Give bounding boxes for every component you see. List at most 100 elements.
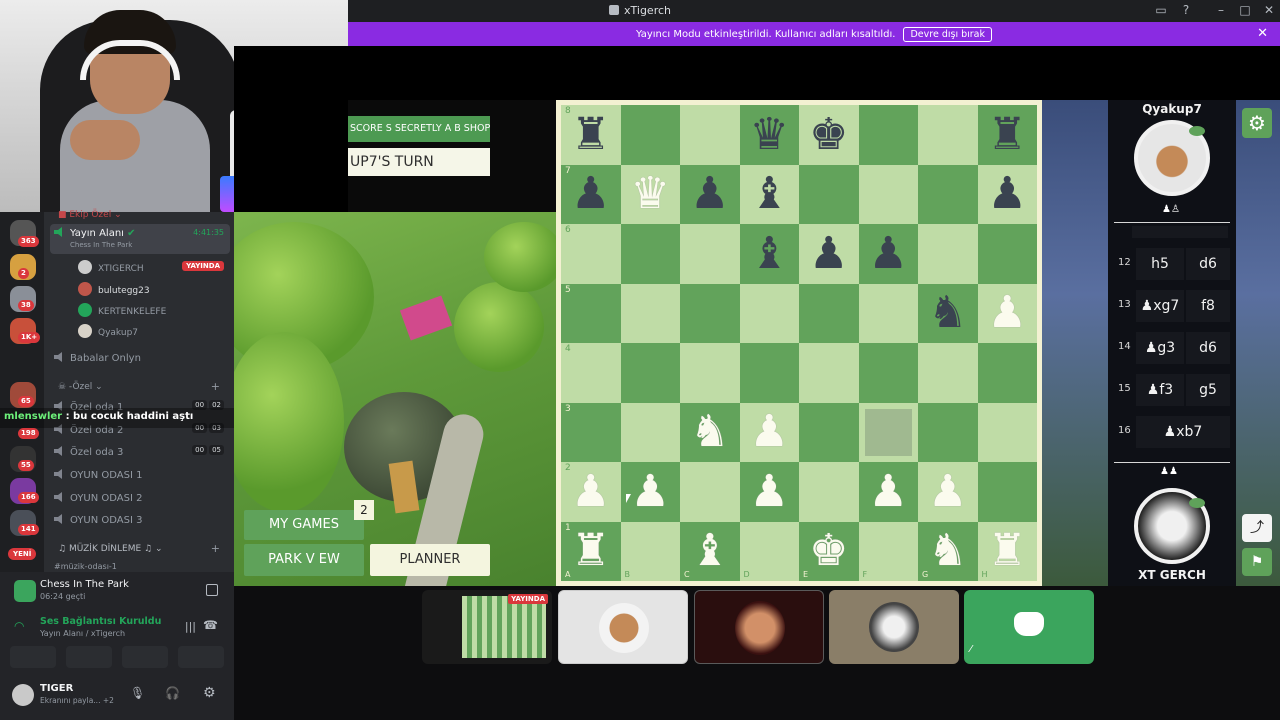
settings-gear-icon[interactable]: ⚙ [203, 685, 216, 701]
board-square-a8[interactable]: ♜ 8 [561, 105, 621, 165]
white-pawn-icon[interactable]: ♟ [988, 291, 1027, 335]
share-icon[interactable]: ⤴ [1242, 514, 1272, 542]
disable-streamer-mode-button[interactable]: Devre dışı bırak [903, 26, 993, 42]
black-pawn-icon[interactable]: ♟ [690, 172, 729, 216]
board-square-h6[interactable] [977, 224, 1037, 284]
participant-tile-qyakup[interactable] [558, 590, 688, 664]
maximize-button[interactable]: □ [1234, 3, 1256, 17]
board-square-c8[interactable] [680, 105, 740, 165]
board-square-c6[interactable] [680, 224, 740, 284]
white-bishop-icon[interactable]: ♝ [690, 529, 729, 573]
board-square-a5[interactable]: 5 [561, 283, 621, 343]
board-square-e6[interactable]: ♟ [799, 224, 859, 284]
board-square-e8[interactable]: ♚ [799, 105, 859, 165]
participant-tile-discord[interactable]: ⁄ [964, 590, 1094, 664]
white-knight-icon[interactable]: ♞ [690, 410, 729, 454]
username[interactable]: TIGER [40, 683, 73, 694]
board-square-f3[interactable] [858, 402, 918, 462]
category-team[interactable]: ■ Ekip Özel ⌄ [58, 210, 122, 220]
white-knight-icon[interactable]: ♞ [928, 529, 967, 573]
board-square-d3[interactable]: ♟ [739, 402, 799, 462]
board-square-g3[interactable] [918, 402, 978, 462]
board-square-g8[interactable] [918, 105, 978, 165]
board-square-f1[interactable]: F [858, 521, 918, 581]
board-square-f7[interactable] [858, 164, 918, 224]
add-channel-icon[interactable]: + [211, 542, 220, 555]
board-square-e3[interactable] [799, 402, 859, 462]
close-window-button[interactable]: ✕ [1258, 3, 1280, 17]
settings-gear-icon[interactable]: ⚙ [1242, 108, 1272, 138]
board-square-d1[interactable]: D [739, 521, 799, 581]
white-queen-icon[interactable]: ♛ [631, 172, 670, 216]
participant-tile-tiger[interactable] [829, 590, 959, 664]
voice-user[interactable]: KERTENKELEFE [78, 303, 166, 317]
white-rook-icon[interactable]: ♜ [571, 529, 610, 573]
avatar[interactable] [12, 684, 34, 706]
score-tab[interactable]: SCORE S SECRETLY A B SHOP [348, 116, 490, 142]
board-square-e5[interactable] [799, 283, 859, 343]
black-queen-icon[interactable]: ♛ [750, 112, 789, 157]
channel-stream-area[interactable]: Yayın Alanı ✔ 4:41:35 Chess In The Park [50, 224, 230, 254]
black-knight-icon[interactable]: ♞ [928, 291, 967, 335]
board-square-a6[interactable]: 6 [561, 224, 621, 284]
board-square-c4[interactable] [680, 343, 740, 403]
board-square-a7[interactable]: ♟ 7 [561, 164, 621, 224]
move-row[interactable]: 12 h5 d6 [1114, 246, 1230, 282]
board-square-h8[interactable]: ♜ [977, 105, 1037, 165]
microphone-icon[interactable]: 🎙 [130, 686, 145, 700]
board-square-h4[interactable] [977, 343, 1037, 403]
move-row[interactable]: 13 ♟xg7 f8 [1114, 288, 1230, 324]
channel-game-2[interactable]: OYUN ODASI 2 [54, 492, 143, 504]
popout-icon[interactable] [206, 584, 218, 596]
black-bishop-icon[interactable]: ♝ [750, 172, 789, 216]
channel-game-1[interactable]: OYUN ODASI 1 [54, 469, 143, 481]
board-square-h7[interactable]: ♟ [977, 164, 1037, 224]
screen-share-button[interactable] [66, 646, 112, 668]
black-rook-icon[interactable]: ♜ [571, 112, 610, 157]
resign-flag-icon[interactable]: ⚑ [1242, 548, 1272, 576]
voice-status[interactable]: Ses Bağlantısı Kuruldu [40, 616, 161, 627]
board-square-g5[interactable]: ♞ [918, 283, 978, 343]
close-notice-icon[interactable]: ✕ [1257, 26, 1268, 41]
park-view-button[interactable]: PARK V EW [244, 544, 364, 576]
board-square-c1[interactable]: ♝ C [680, 521, 740, 581]
black-pawn-icon[interactable]: ♟ [809, 231, 848, 276]
board-square-e4[interactable] [799, 343, 859, 403]
board-square-g7[interactable] [918, 164, 978, 224]
board-square-e1[interactable]: ♚ E [799, 521, 859, 581]
board-square-e2[interactable] [799, 462, 859, 522]
participant-tile-stream[interactable]: YAYINDA [422, 590, 552, 664]
board-square-c5[interactable] [680, 283, 740, 343]
board-square-b6[interactable] [620, 224, 680, 284]
board-square-b4[interactable] [620, 343, 680, 403]
board-square-f8[interactable] [858, 105, 918, 165]
board-square-b3[interactable] [620, 402, 680, 462]
channel-private-3[interactable]: Özel oda 3 [54, 446, 123, 458]
board-square-a3[interactable]: 3 [561, 402, 621, 462]
board-square-b1[interactable]: B [620, 521, 680, 581]
white-pawn-icon[interactable]: ♟ [750, 410, 789, 454]
white-pawn-icon[interactable]: ♟ [631, 469, 670, 514]
headphones-icon[interactable]: 🎧 [165, 686, 180, 700]
board-square-g2[interactable]: ♟ [918, 462, 978, 522]
channel-game-3[interactable]: OYUN ODASI 3 [54, 514, 143, 526]
white-pawn-icon[interactable]: ♟ [750, 469, 789, 514]
participant-tile-user[interactable] [694, 590, 824, 664]
help-icon[interactable]: ? [1175, 3, 1197, 17]
voice-user[interactable]: Qyakup7 [78, 324, 138, 338]
minimize-button[interactable]: – [1210, 3, 1232, 17]
board-square-b8[interactable] [620, 105, 680, 165]
board-square-h5[interactable]: ♟ [977, 283, 1037, 343]
board-square-c2[interactable] [680, 462, 740, 522]
white-rook-icon[interactable]: ♜ [988, 529, 1027, 573]
board-square-h1[interactable]: ♜ H [977, 521, 1037, 581]
board-square-d8[interactable]: ♛ [739, 105, 799, 165]
board-square-b5[interactable] [620, 283, 680, 343]
camera-off-button[interactable] [10, 646, 56, 668]
my-games-button[interactable]: MY GAMES [244, 510, 364, 540]
board-square-d4[interactable] [739, 343, 799, 403]
move-row[interactable]: 15 ♟f3 g5 [1114, 372, 1230, 408]
channel-music-1[interactable]: #müzik-odası-1 [54, 562, 117, 571]
board-square-c3[interactable]: ♞ [680, 402, 740, 462]
white-king-icon[interactable]: ♚ [809, 529, 848, 573]
